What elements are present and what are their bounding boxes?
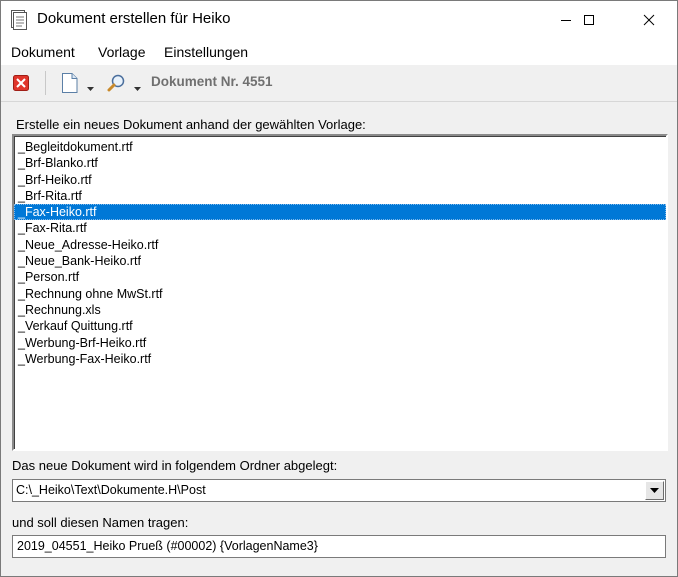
filename-field[interactable]: [12, 535, 666, 558]
chevron-down-icon: [650, 488, 659, 493]
list-item[interactable]: _Werbung-Fax-Heiko.rtf: [14, 351, 666, 367]
red-close-icon[interactable]: [13, 75, 29, 91]
chevron-down-icon: [87, 87, 94, 91]
toolbar-separator: [45, 71, 46, 95]
close-icon: [643, 14, 655, 26]
list-item[interactable]: _Begleitdokument.rtf: [14, 139, 666, 155]
document-number: Dokument Nr. 4551: [151, 74, 273, 89]
new-document-icon[interactable]: [61, 72, 79, 94]
list-item[interactable]: _Rechnung ohne MwSt.rtf: [14, 286, 666, 302]
list-item[interactable]: _Fax-Rita.rtf: [14, 220, 666, 236]
list-item[interactable]: _Brf-Heiko.rtf: [14, 172, 666, 188]
search-icon[interactable]: [106, 73, 126, 93]
list-item[interactable]: _Brf-Blanko.rtf: [14, 155, 666, 171]
filename-input[interactable]: [13, 536, 661, 555]
maximize-button[interactable]: [566, 1, 612, 39]
menu-einstellungen[interactable]: Einstellungen: [164, 44, 248, 60]
chevron-down-icon: [134, 87, 141, 91]
template-list-label: Erstelle ein neues Dokument anhand der g…: [16, 117, 366, 132]
search-dropdown-arrow[interactable]: [134, 80, 142, 95]
window-title: Dokument erstellen für Heiko: [37, 10, 231, 27]
list-item[interactable]: _Brf-Rita.rtf: [14, 188, 666, 204]
list-item[interactable]: _Rechnung.xls: [14, 302, 666, 318]
folder-dropdown-button[interactable]: [645, 481, 664, 500]
template-listbox[interactable]: _Begleitdokument.rtf _Brf-Blanko.rtf _Brf-…: [12, 134, 668, 451]
toolbar: Dokument Nr. 4551: [1, 65, 677, 102]
list-item[interactable]: _Neue_Bank-Heiko.rtf: [14, 253, 666, 269]
close-window-button[interactable]: [626, 1, 672, 39]
template-list: _Begleitdokument.rtf _Brf-Blanko.rtf _Brf-…: [14, 136, 666, 367]
menu-vorlage[interactable]: Vorlage: [98, 44, 145, 60]
new-document-dropdown-arrow[interactable]: [87, 80, 95, 95]
menu-dokument[interactable]: Dokument: [11, 44, 75, 60]
maximize-icon: [584, 15, 594, 25]
list-item[interactable]: _Werbung-Brf-Heiko.rtf: [14, 335, 666, 351]
filename-label: und soll diesen Namen tragen:: [12, 515, 189, 530]
title-bar: Dokument erstellen für Heiko: [1, 1, 677, 39]
list-item[interactable]: _Verkauf Quittung.rtf: [14, 318, 666, 334]
menu-bar: Dokument Vorlage Einstellungen: [1, 39, 677, 66]
folder-label: Das neue Dokument wird in folgendem Ordn…: [12, 458, 338, 473]
document-icon: [11, 10, 27, 30]
folder-value: C:\_Heiko\Text\Dokumente.H\Post: [16, 483, 206, 497]
dialog-window: Dokument erstellen für Heiko Dokument Vo…: [0, 0, 678, 577]
folder-combobox[interactable]: C:\_Heiko\Text\Dokumente.H\Post: [12, 479, 666, 502]
list-item[interactable]: _Person.rtf: [14, 269, 666, 285]
list-item[interactable]: _Fax-Heiko.rtf: [14, 204, 666, 221]
list-item[interactable]: _Neue_Adresse-Heiko.rtf: [14, 237, 666, 253]
